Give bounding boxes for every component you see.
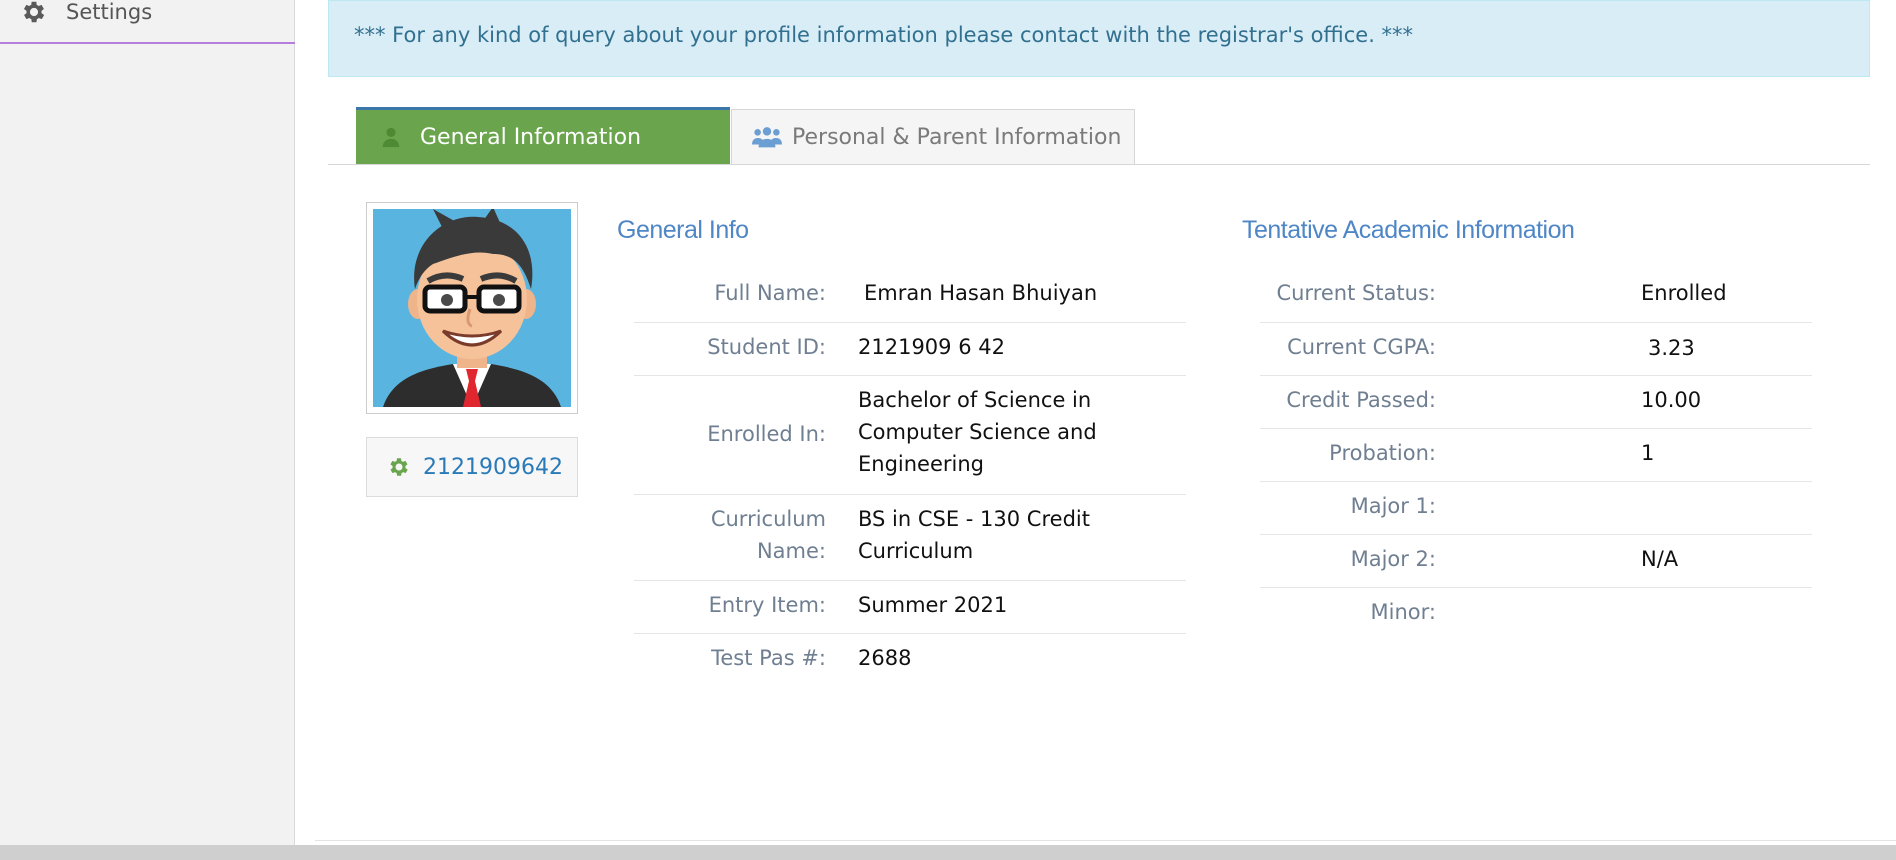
users-icon: [752, 125, 782, 151]
academic-row-current-cgpa: Current CGPA: 3.23: [1260, 323, 1812, 376]
alert-text: *** For any kind of query about your pro…: [354, 23, 1414, 47]
info-label: Curriculum Name:: [710, 507, 826, 563]
sidebar-item-settings[interactable]: Settings: [0, 0, 295, 44]
info-label: Entry Item:: [708, 593, 826, 617]
info-label: Current CGPA:: [1287, 335, 1436, 359]
general-info-title: General Info: [617, 216, 749, 244]
info-value: 2121909 6 42: [858, 335, 1005, 359]
info-value: 2688: [858, 646, 912, 670]
info-value: 3.23: [1648, 336, 1695, 360]
info-row-entry-item: Entry Item: Summer 2021: [634, 581, 1186, 634]
info-label: Full Name:: [714, 281, 826, 305]
info-label: Current Status:: [1276, 281, 1436, 305]
tab-label: Personal & Parent Information: [792, 125, 1122, 150]
gear-icon: [387, 455, 411, 479]
info-label: Probation:: [1329, 441, 1436, 465]
academic-row-major-2: Major 2: N/A: [1260, 535, 1812, 588]
info-value: 1: [1641, 441, 1655, 465]
sidebar-item-label: Settings: [66, 0, 153, 24]
info-label: Major 1:: [1350, 494, 1436, 518]
info-value: 10.00: [1641, 388, 1702, 412]
info-label: Minor:: [1370, 600, 1436, 624]
tab-personal-parent-information[interactable]: Personal & Parent Information: [731, 109, 1135, 165]
tab-label: General Information: [420, 125, 642, 150]
user-icon: [380, 125, 406, 151]
info-alert: *** For any kind of query about your pro…: [328, 0, 1870, 77]
academic-info-title: Tentative Academic Information: [1242, 216, 1575, 244]
sidebar: Settings: [0, 0, 295, 860]
info-value: Emran Hasan Bhuiyan: [864, 281, 1098, 305]
avatar-illustration: [373, 209, 571, 407]
info-row-curriculum-name: Curriculum Name: BS in CSE - 130 Credit …: [634, 495, 1186, 581]
info-row-test-pas: Test Pas #: 2688: [634, 634, 1186, 687]
info-value: N/A: [1641, 547, 1679, 571]
info-label: Major 2:: [1350, 547, 1436, 571]
academic-row-major-1: Major 1:: [1260, 482, 1812, 535]
info-row-full-name: Full Name: Emran Hasan Bhuiyan: [634, 270, 1186, 323]
info-label: Enrolled In:: [707, 422, 826, 446]
academic-row-minor: Minor:: [1260, 588, 1812, 641]
info-value: BS in CSE - 130 Credit Curriculum: [858, 507, 1090, 563]
academic-row-current-status: Current Status: Enrolled: [1260, 270, 1812, 323]
general-info-table: Full Name: Emran Hasan Bhuiyan Student I…: [634, 270, 1186, 687]
tab-general-information[interactable]: General Information: [356, 107, 730, 165]
academic-row-credit-passed: Credit Passed: 10.00: [1260, 376, 1812, 429]
academic-row-probation: Probation: 1: [1260, 429, 1812, 482]
tabs-divider: [328, 164, 1870, 165]
info-value: Bachelor of Science in Computer Science …: [858, 388, 1097, 476]
bottom-taskbar: [0, 845, 1896, 860]
student-id-box: 2121909642: [366, 437, 578, 497]
profile-photo: [366, 202, 578, 414]
info-label: Test Pas #:: [711, 646, 826, 670]
student-id-link[interactable]: 2121909642: [423, 455, 563, 480]
content-footer-divider: [315, 840, 1896, 841]
info-value: Summer 2021: [858, 593, 1008, 617]
academic-info-table: Current Status: Enrolled Current CGPA: 3…: [1260, 270, 1812, 641]
info-row-student-id: Student ID: 2121909 6 42: [634, 323, 1186, 376]
info-label: Student ID:: [707, 335, 826, 359]
gear-icon: [20, 0, 48, 26]
info-row-enrolled-in: Enrolled In: Bachelor of Science in Comp…: [634, 376, 1186, 495]
info-value: Enrolled: [1641, 281, 1727, 305]
info-label: Credit Passed:: [1286, 388, 1436, 412]
